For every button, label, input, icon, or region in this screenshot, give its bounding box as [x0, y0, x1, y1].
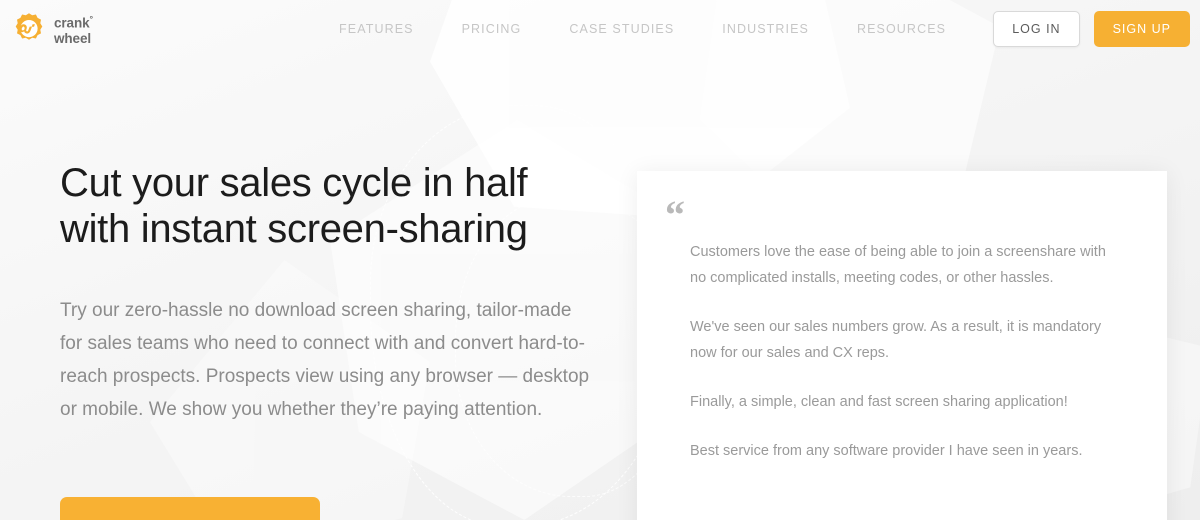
site-header: crank° wheel FEATURES PRICING CASE STUDI…	[0, 0, 1200, 58]
logo-link[interactable]: crank° wheel	[12, 12, 93, 46]
sign-up-button[interactable]: SIGN UP	[1093, 11, 1190, 47]
crankwheel-gear-icon	[12, 12, 46, 46]
logo-word-sup: °	[89, 13, 94, 24]
nav-item-pricing[interactable]: PRICING	[438, 22, 546, 36]
headline-line-1: Cut your sales cycle in half	[60, 161, 528, 205]
nav-item-industries[interactable]: INDUSTRIES	[698, 22, 833, 36]
logo-wordmark: crank° wheel	[54, 13, 93, 46]
hero-cta-button[interactable]	[60, 497, 320, 520]
logo-word-line1: crank	[54, 15, 90, 31]
testimonial-paragraph: We've seen our sales numbers grow. As a …	[690, 319, 1102, 361]
hero-subcopy: Try our zero-hassle no download screen s…	[60, 300, 590, 420]
double-quote-icon: “	[665, 192, 685, 237]
logo-word-line2: wheel	[54, 30, 92, 46]
testimonial-card: “ Customers love the ease of being able …	[637, 171, 1167, 520]
header-actions: LOG IN SIGN UP	[993, 11, 1190, 47]
nav-item-case-studies[interactable]: CASE STUDIES	[545, 22, 698, 36]
main-navigation: FEATURES PRICING CASE STUDIES INDUSTRIES…	[315, 22, 970, 36]
log-in-button[interactable]: LOG IN	[993, 11, 1080, 47]
page-title: Cut your sales cycle in half with instan…	[60, 160, 620, 252]
landing-page: crank° wheel FEATURES PRICING CASE STUDI…	[0, 0, 1200, 520]
testimonial-paragraph: Best service from any software provider …	[690, 443, 1083, 459]
testimonial-paragraph: Finally, a simple, clean and fast screen…	[690, 394, 1068, 410]
headline-line-2: with instant screen-sharing	[60, 207, 528, 251]
hero-content: Cut your sales cycle in half with instan…	[60, 160, 620, 520]
testimonial-paragraph: Customers love the ease of being able to…	[690, 244, 1106, 286]
testimonial-body: Customers love the ease of being able to…	[690, 239, 1122, 487]
nav-item-resources[interactable]: RESOURCES	[833, 22, 970, 36]
nav-item-features[interactable]: FEATURES	[315, 22, 438, 36]
